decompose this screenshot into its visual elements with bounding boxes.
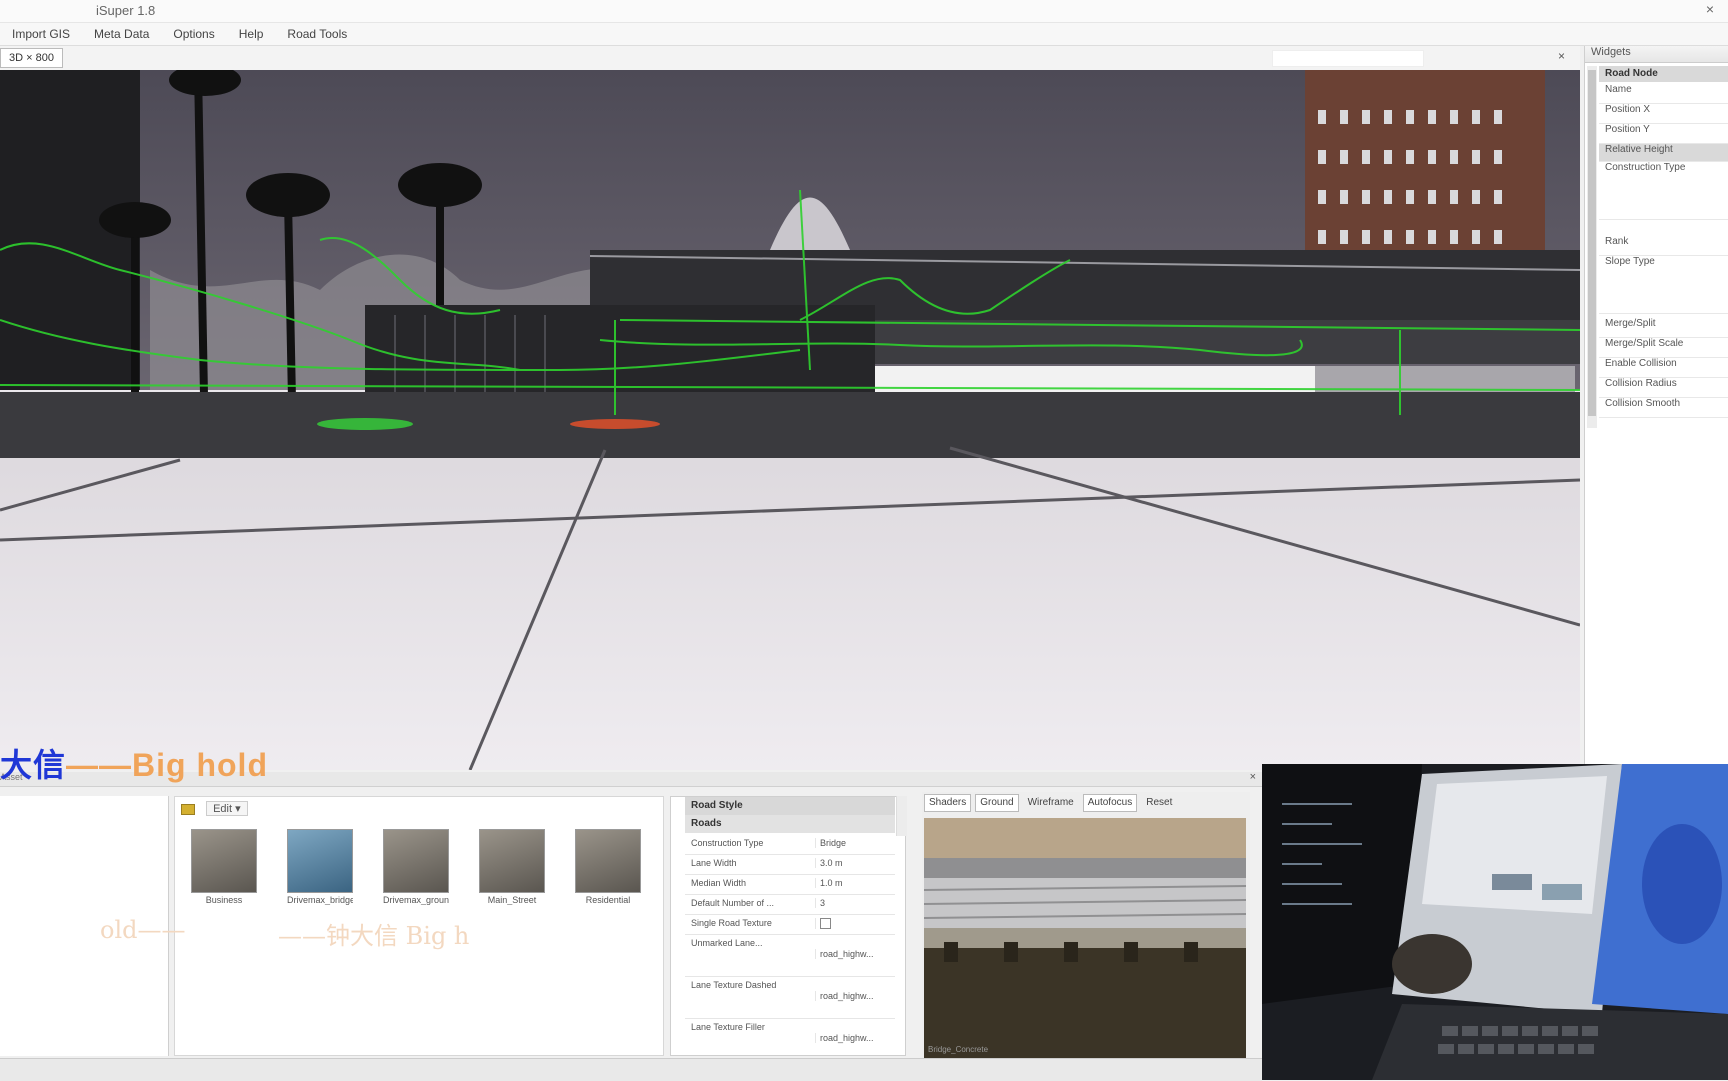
window-title: iSuper 1.8: [96, 3, 156, 18]
prop-row[interactable]: Single Road Texture: [685, 915, 895, 935]
widgets-panel: Widgets Road Node Name Position X Positi…: [1584, 46, 1728, 770]
asset-business[interactable]: Business: [191, 829, 257, 905]
viewport-close-icon[interactable]: ×: [1558, 49, 1565, 63]
edit-dropdown[interactable]: Edit ▾: [206, 801, 248, 816]
viewport-tab[interactable]: 3D × 800: [0, 48, 63, 68]
road-style-properties: Road Style Roads Construction Type Bridge…: [670, 796, 906, 1056]
menu-help[interactable]: Help: [227, 27, 276, 41]
properties-scrollbar[interactable]: [896, 796, 907, 836]
prop-row[interactable]: Construction Type Bridge: [685, 835, 895, 855]
roads-section[interactable]: Roads: [685, 815, 895, 833]
subtitle-cn: 大信: [0, 747, 67, 783]
asset-label: Drivemax_bridge: [287, 895, 353, 905]
subtitle-en: ——Big hold: [66, 747, 268, 783]
preview-tab-wireframe[interactable]: Wireframe: [1023, 794, 1079, 812]
prop-position-y[interactable]: Position Y: [1599, 124, 1728, 144]
single-road-texture-checkbox[interactable]: [820, 918, 831, 930]
status-bar: [0, 1058, 1262, 1081]
road-thumbnail: [575, 829, 641, 893]
prop-row[interactable]: Lane Width 3.0 m: [685, 855, 895, 875]
preview-toolbar: Shaders Ground Wireframe Autofocus Reset: [924, 794, 1177, 812]
3d-scene: [0, 70, 1580, 770]
preview-tab-ground[interactable]: Ground: [975, 794, 1019, 812]
webcam-image: [1262, 764, 1728, 1080]
prop-enable-collision[interactable]: Enable Collision: [1599, 358, 1728, 378]
menu-bar: Import GIS Meta Data Options Help Road T…: [0, 23, 1728, 46]
road-style-header[interactable]: Road Style: [685, 797, 895, 815]
asset-residential[interactable]: Residential: [575, 829, 641, 905]
faint-subtitle-mid: ——钟大信 Big h: [278, 922, 470, 950]
preview-tab-shaders[interactable]: Shaders: [924, 794, 972, 812]
road-thumbnail: [383, 829, 449, 893]
widgets-scrollbar[interactable]: [1587, 66, 1597, 428]
asset-label: Drivemax_ground: [383, 895, 449, 905]
bridge-preview-render: Bridge_Concrete: [924, 818, 1246, 1058]
faint-subtitle-left: old——: [100, 916, 186, 944]
prop-row[interactable]: Default Number of ... 3: [685, 895, 895, 915]
asset-main-street[interactable]: Main_Street: [479, 829, 545, 905]
prop-slope-type[interactable]: Slope Type: [1599, 256, 1728, 314]
menu-road-tools[interactable]: Road Tools: [275, 27, 359, 41]
gallery-toolbar: Edit ▾: [181, 801, 248, 816]
prop-merge-split[interactable]: Merge/Split: [1599, 318, 1728, 338]
menu-import-gis[interactable]: Import GIS: [0, 27, 82, 41]
viewport-search-input[interactable]: [1272, 50, 1424, 67]
folder-icon: [181, 803, 195, 815]
prop-row[interactable]: Lane Texture Dashed road_highw...: [685, 977, 895, 1019]
prop-construction-type[interactable]: Construction Type: [1599, 162, 1728, 220]
widgets-panel-title: Widgets: [1585, 46, 1728, 63]
asset-label: Residential: [585, 895, 631, 905]
webcam-overlay: [1262, 764, 1728, 1080]
title-bar: iSuper 1.8 ×: [0, 0, 1728, 23]
prop-row[interactable]: Unmarked Lane... road_highw...: [685, 935, 895, 977]
material-preview: Shaders Ground Wireframe Autofocus Reset…: [922, 792, 1250, 1060]
asset-drivemax-ground[interactable]: Drivemax_ground: [383, 829, 449, 905]
asset-label: Main_Street: [487, 895, 537, 905]
road-thumbnail: [191, 829, 257, 893]
road-node-group[interactable]: Road Node: [1599, 66, 1728, 82]
video-subtitle: 大信——Big hold: [0, 740, 268, 786]
prop-rank[interactable]: Rank: [1599, 236, 1728, 256]
road-thumbnail: [287, 829, 353, 893]
prop-relative-height[interactable]: Relative Height: [1599, 144, 1728, 162]
asset-drivemax-bridge[interactable]: Drivemax_bridge: [287, 829, 353, 905]
menu-meta-data[interactable]: Meta Data: [82, 27, 161, 41]
3d-viewport[interactable]: [0, 70, 1580, 770]
preview-footer-label: Bridge_Concrete: [928, 1045, 989, 1054]
road-thumbnail: [479, 829, 545, 893]
prop-row[interactable]: Lane Texture Filler road_highw...: [685, 1019, 895, 1055]
menu-options[interactable]: Options: [161, 27, 226, 41]
prop-collision-smooth[interactable]: Collision Smooth: [1599, 398, 1728, 418]
prop-merge-split-scale[interactable]: Merge/Split Scale: [1599, 338, 1728, 358]
asset-label: Business: [205, 895, 243, 905]
prop-position-x[interactable]: Position X: [1599, 104, 1728, 124]
preview-viewport[interactable]: Bridge_Concrete: [924, 818, 1246, 1058]
preview-reset-button[interactable]: Reset: [1141, 794, 1177, 812]
preview-tab-autofocus[interactable]: Autofocus: [1082, 794, 1138, 812]
window-close-icon[interactable]: ×: [1706, 1, 1714, 17]
prop-name[interactable]: Name: [1599, 84, 1728, 104]
asset-panel-close-icon[interactable]: ×: [1250, 771, 1256, 783]
viewport-tab-strip: 3D × 800 ×: [0, 46, 1580, 71]
prop-row[interactable]: Median Width 1.0 m: [685, 875, 895, 895]
prop-collision-radius[interactable]: Collision Radius: [1599, 378, 1728, 398]
